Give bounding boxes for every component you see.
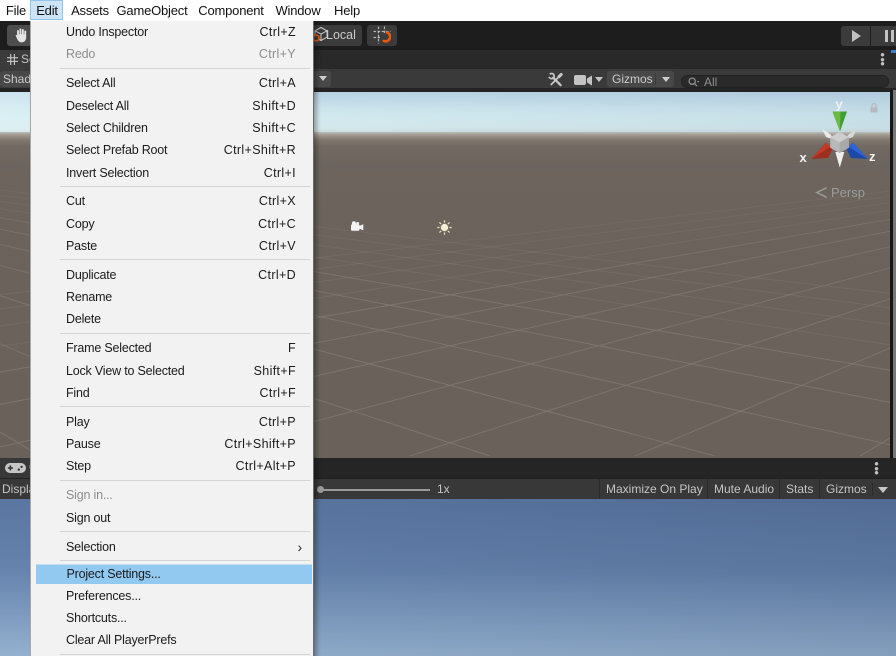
svg-text:x: x (800, 150, 808, 165)
svg-text:z: z (869, 149, 876, 164)
svg-text:y: y (836, 97, 844, 112)
